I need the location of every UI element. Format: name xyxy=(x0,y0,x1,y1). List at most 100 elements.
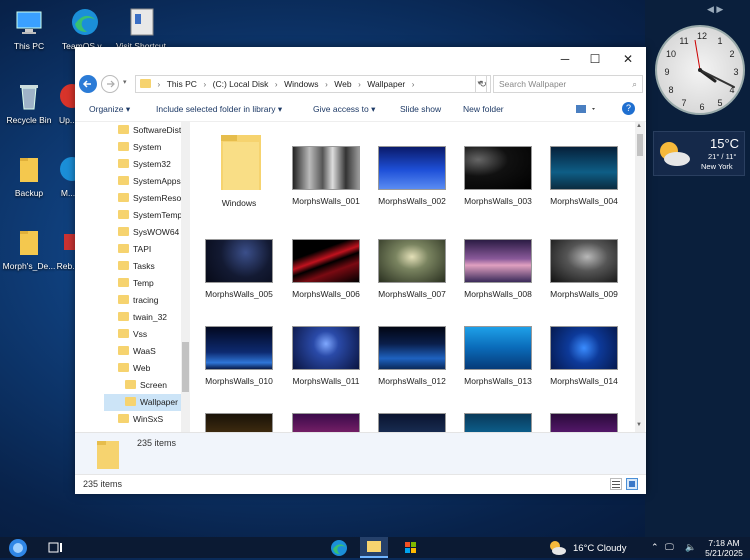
taskbar-store[interactable] xyxy=(402,539,420,557)
breadcrumb-local-disk[interactable]: (C:) Local Disk xyxy=(213,76,269,92)
tray-clock[interactable]: 7:18 AM 5/21/2025 xyxy=(700,538,748,558)
thumbnail xyxy=(550,239,618,283)
image-item[interactable] xyxy=(543,413,625,432)
taskbar: 16°C Cloudy ⌃ 🖵 🔈 7:18 AM 5/21/2025 xyxy=(0,537,750,558)
tree-item[interactable]: TAPI xyxy=(118,241,151,258)
desktop-icon-label: Backup xyxy=(14,188,44,198)
tree-item-selected[interactable]: Wallpaper xyxy=(104,394,181,411)
refresh-button[interactable]: ↻ xyxy=(475,75,491,93)
image-item[interactable]: MorphsWalls_011 xyxy=(285,326,367,386)
tree-item[interactable]: Vss xyxy=(118,326,147,343)
title-bar[interactable]: ─ ☐ ✕ xyxy=(75,47,646,72)
image-item[interactable]: MorphsWalls_002 xyxy=(371,146,453,206)
breadcrumb-this-pc[interactable]: This PC xyxy=(167,76,197,92)
close-button[interactable]: ✕ xyxy=(613,51,643,67)
recycle-bin-icon xyxy=(13,80,45,112)
image-item[interactable]: MorphsWalls_013 xyxy=(457,326,539,386)
desktop-icon-visit[interactable]: Visit Shortcut xyxy=(112,6,170,51)
back-button[interactable] xyxy=(79,75,97,93)
folder-icon xyxy=(118,125,129,135)
image-item[interactable]: MorphsWalls_012 xyxy=(371,326,453,386)
scrollbar-thumb[interactable] xyxy=(182,342,189,392)
image-item[interactable]: MorphsWalls_001 xyxy=(285,146,367,206)
organize-menu[interactable]: Organize ▾ xyxy=(89,97,130,121)
view-options-button[interactable] xyxy=(575,103,599,115)
image-item[interactable]: MorphsWalls_008 xyxy=(457,239,539,299)
details-view-button[interactable] xyxy=(610,478,622,490)
tree-item[interactable]: Temp xyxy=(118,275,154,292)
recent-locations-button[interactable]: ▾ xyxy=(123,78,127,86)
scroll-up-arrow[interactable]: ▲ xyxy=(636,123,642,129)
tree-item[interactable]: WinSxS xyxy=(118,411,163,428)
tree-item[interactable]: SystemTemp xyxy=(118,207,182,224)
nav-pane-scrollbar[interactable] xyxy=(181,122,190,432)
tree-item[interactable]: Web xyxy=(118,360,150,377)
task-view-button[interactable] xyxy=(48,541,64,554)
slide-show-button[interactable]: Slide show xyxy=(400,97,441,121)
tree-item[interactable]: twain_32 xyxy=(118,309,167,326)
tree-item[interactable]: SoftwareDistr xyxy=(118,122,184,139)
maximize-button[interactable]: ☐ xyxy=(580,51,610,67)
desktop-icon-morphs[interactable]: Morph's_De... xyxy=(0,226,58,271)
tree-item[interactable]: SysWOW64 xyxy=(118,224,179,241)
tree-item[interactable]: SystemReso xyxy=(118,190,181,207)
breadcrumb-web[interactable]: Web xyxy=(334,76,351,92)
thumbnail xyxy=(464,239,532,283)
new-folder-button[interactable]: New folder xyxy=(463,97,504,121)
image-item[interactable]: MorphsWalls_006 xyxy=(285,239,367,299)
tree-item[interactable]: SystemApps xyxy=(118,173,181,190)
folder-icon xyxy=(118,295,129,305)
forward-button[interactable] xyxy=(101,75,119,93)
item-label: MorphsWalls_001 xyxy=(292,196,360,206)
tree-item[interactable]: Screen xyxy=(125,377,167,394)
tree-item-label: SysWOW64 xyxy=(133,227,180,237)
help-button[interactable]: ? xyxy=(622,102,635,115)
sidebar-controls[interactable]: ◀ ▶ xyxy=(707,4,723,15)
item-label: MorphsWalls_014 xyxy=(550,376,618,386)
scroll-down-arrow[interactable]: ▼ xyxy=(636,422,642,428)
desktop-icon-teamos[interactable]: TeamOS.v... xyxy=(56,6,114,51)
taskbar-edge[interactable] xyxy=(330,539,348,557)
image-item[interactable]: MorphsWalls_004 xyxy=(543,146,625,206)
image-item[interactable]: MorphsWalls_010 xyxy=(198,326,280,386)
tree-item-label: Screen xyxy=(140,380,167,390)
item-label: MorphsWalls_003 xyxy=(464,196,532,206)
search-input[interactable]: Search Wallpaper ⌕ xyxy=(493,75,643,93)
folder-icon xyxy=(13,226,45,258)
tray-volume-icon[interactable]: 🔈 xyxy=(685,542,696,553)
breadcrumb-wallpaper[interactable]: Wallpaper xyxy=(367,76,405,92)
give-access-menu[interactable]: Give access to ▾ xyxy=(313,97,375,121)
desktop-icon-this-pc[interactable]: This PC xyxy=(0,6,58,51)
tree-item[interactable]: System xyxy=(118,139,161,156)
image-item[interactable] xyxy=(285,413,367,432)
image-item[interactable]: MorphsWalls_003 xyxy=(457,146,539,206)
breadcrumb-windows[interactable]: Windows xyxy=(284,76,318,92)
address-bar[interactable]: › This PC › (C:) Local Disk › Windows › … xyxy=(135,75,487,93)
image-item[interactable] xyxy=(198,413,280,432)
chevron-right-icon: › xyxy=(411,80,415,89)
item-label: MorphsWalls_002 xyxy=(378,196,446,206)
tree-item[interactable]: System32 xyxy=(118,156,171,173)
scrollbar-thumb[interactable] xyxy=(637,134,643,156)
desktop-icon-backup[interactable]: Backup xyxy=(0,153,58,198)
content-scrollbar[interactable]: ▲ ▼ xyxy=(635,122,645,432)
image-item[interactable]: MorphsWalls_007 xyxy=(371,239,453,299)
desktop-icon-recycle-bin[interactable]: Recycle Bin xyxy=(0,80,58,125)
taskbar-file-explorer[interactable] xyxy=(360,537,388,558)
tree-item[interactable]: Tasks xyxy=(118,258,155,275)
tray-chevron-up[interactable]: ⌃ xyxy=(651,542,659,553)
tray-network-icon[interactable]: 🖵 xyxy=(665,542,674,553)
image-item[interactable]: MorphsWalls_005 xyxy=(198,239,280,299)
folder-item[interactable]: Windows xyxy=(198,130,280,208)
image-item[interactable]: MorphsWalls_014 xyxy=(543,326,625,386)
tree-item[interactable]: tracing xyxy=(118,292,159,309)
folder-icon xyxy=(118,278,129,288)
include-in-library-menu[interactable]: Include selected folder in library ▾ xyxy=(156,97,282,121)
large-icons-view-button[interactable] xyxy=(626,478,638,490)
image-item[interactable]: MorphsWalls_009 xyxy=(543,239,625,299)
image-item[interactable] xyxy=(457,413,539,432)
image-item[interactable] xyxy=(371,413,453,432)
start-button[interactable] xyxy=(6,538,30,558)
minimize-button[interactable]: ─ xyxy=(550,51,580,67)
tree-item[interactable]: WaaS xyxy=(118,343,156,360)
